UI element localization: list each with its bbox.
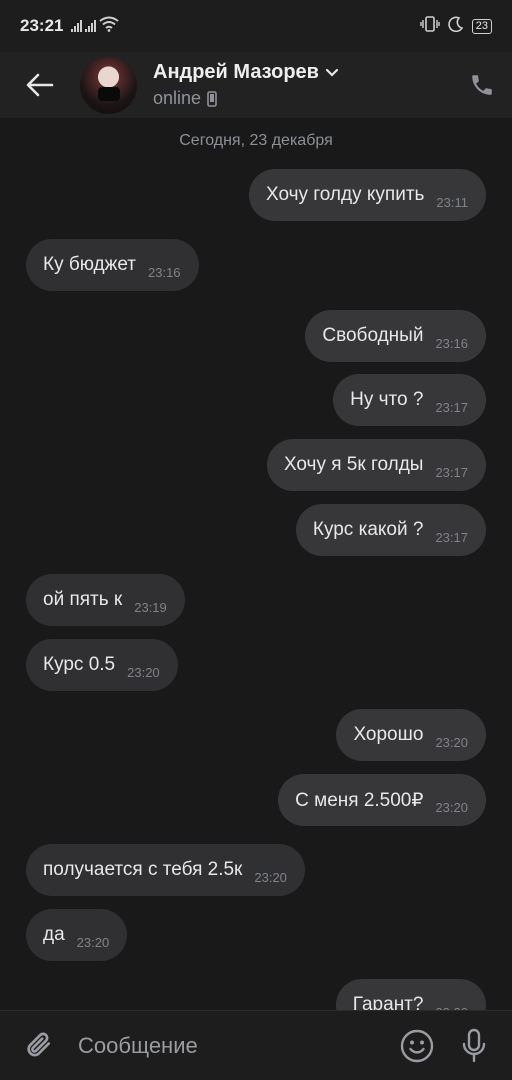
avatar[interactable] [80,56,137,114]
outgoing-message[interactable]: Ну что ? 23:17 [333,374,486,426]
message-time: 23:17 [435,529,468,545]
signal-icon [71,20,83,32]
battery-indicator: 23 [471,18,492,34]
status-time: 23:21 [20,16,64,35]
composer: Сообщение [0,1010,512,1080]
message-time: 23:20 [254,869,287,885]
outgoing-message[interactable]: Курс какой ? 23:17 [295,504,486,556]
outgoing-message[interactable]: Хочу я 5к голды 23:17 [266,439,486,491]
outgoing-message[interactable]: Хочу голду купить 23:11 [248,169,486,221]
outgoing-message[interactable]: Свободный 23:16 [305,310,486,362]
message-time: 23:20 [435,734,468,750]
outgoing-message[interactable]: С меня 2.500₽ 23:20 [278,774,486,826]
message-time: 23:17 [435,464,468,480]
message-text: да [43,924,65,945]
attach-button[interactable] [0,1029,78,1063]
message-time: 23:19 [134,599,167,615]
contact-status: online [153,88,202,108]
message-text: ой пять к [43,589,123,610]
message-text: Свободный [322,325,424,346]
message-time: 23:11 [436,194,468,210]
emoji-button[interactable] [388,1029,446,1063]
wifi-icon [99,16,120,37]
message-time: 23:20 [435,799,468,815]
signal-icon-2 [85,20,97,32]
incoming-message[interactable]: да 23:20 [26,909,128,961]
smile-icon [400,1029,434,1062]
message-text: Хочу голду купить [265,184,425,205]
message-list[interactable]: Сегодня, 23 декабря Хочу голду купить 23:… [0,118,512,1010]
message-time: 23:20 [127,664,160,680]
chat-header: Андрей Мазорев online [0,52,512,118]
moon-icon [448,16,464,37]
paperclip-icon [27,1032,51,1056]
incoming-message[interactable]: Курс 0.5 23:20 [26,639,178,691]
outgoing-message[interactable]: Гарант?23:20 [335,979,486,1010]
message-text: Ну что ? [350,389,424,410]
message-input[interactable]: Сообщение [78,1033,388,1059]
status-bar: 23:21 23 [0,0,512,52]
message-text: Хорошо [353,724,424,745]
vibrate-icon [420,15,440,37]
incoming-message[interactable]: Ку бюджет 23:16 [26,239,199,291]
message-time: 23:16 [148,264,181,280]
contact-info[interactable]: Андрей Мазорев online [153,61,452,109]
mobile-phone-icon [207,90,217,107]
phone-icon [472,75,492,95]
chevron-down-icon [325,68,339,77]
message-time: 23:16 [435,335,468,351]
message-text: Хочу я 5к голды [283,454,424,475]
voice-message-button[interactable] [446,1028,502,1064]
message-text: Курс какой ? [312,519,424,540]
microphone-icon [462,1028,486,1062]
message-text: Курс 0.5 [43,654,116,675]
contact-name: Андрей Мазорев [153,61,319,83]
incoming-message[interactable]: ой пять к 23:19 [26,574,185,626]
message-time: 23:17 [435,399,468,415]
message-text: Ку бюджет [43,254,136,275]
arrow-left-icon [26,73,54,97]
message-time: 23:20 [76,934,110,950]
message-text: получается с тебя 2.5к [43,859,243,880]
message-text: С меня 2.500₽ [295,789,424,811]
incoming-message[interactable]: получается с тебя 2.5к 23:20 [26,844,305,896]
date-separator: Сегодня, 23 декабря [179,132,333,149]
outgoing-message[interactable]: Хорошо 23:20 [336,709,486,761]
call-button[interactable] [452,52,512,118]
back-button[interactable] [0,52,80,118]
message-text: Гарант? [352,994,424,1010]
